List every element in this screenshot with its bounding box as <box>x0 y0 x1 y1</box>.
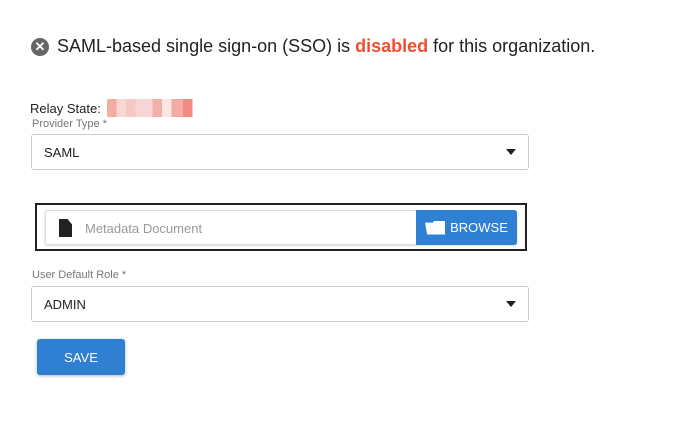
browse-label: BROWSE <box>450 220 508 235</box>
status-suffix: for this organization. <box>428 36 596 56</box>
status-value: disabled <box>355 36 429 56</box>
user-default-role-select[interactable]: ADMIN <box>31 286 529 322</box>
metadata-placeholder: Metadata Document <box>85 221 203 236</box>
dropdown-arrow-icon <box>506 149 516 155</box>
user-default-role-label: User Default Role * <box>32 269 127 281</box>
relay-state: Relay State: <box>30 99 202 117</box>
status-text: SAML-based single sign-on (SSO) is disab… <box>57 36 595 57</box>
save-button[interactable]: SAVE <box>37 339 125 375</box>
user-default-role-value: ADMIN <box>44 296 86 312</box>
dropdown-arrow-icon <box>506 301 516 307</box>
provider-type-label: Provider Type * <box>32 118 108 130</box>
status-prefix: SAML-based single sign-on (SSO) is <box>57 36 356 56</box>
provider-type-select[interactable]: SAML <box>31 134 529 170</box>
relay-state-label: Relay State: <box>30 100 101 116</box>
relay-state-redacted-value <box>106 99 202 117</box>
sso-status-banner: ✕ SAML-based single sign-on (SSO) is dis… <box>31 36 595 57</box>
folder-open-icon <box>425 220 446 235</box>
close-circle-icon: ✕ <box>31 37 49 56</box>
browse-button[interactable]: BROWSE <box>416 210 517 245</box>
provider-type-value: SAML <box>44 144 80 160</box>
